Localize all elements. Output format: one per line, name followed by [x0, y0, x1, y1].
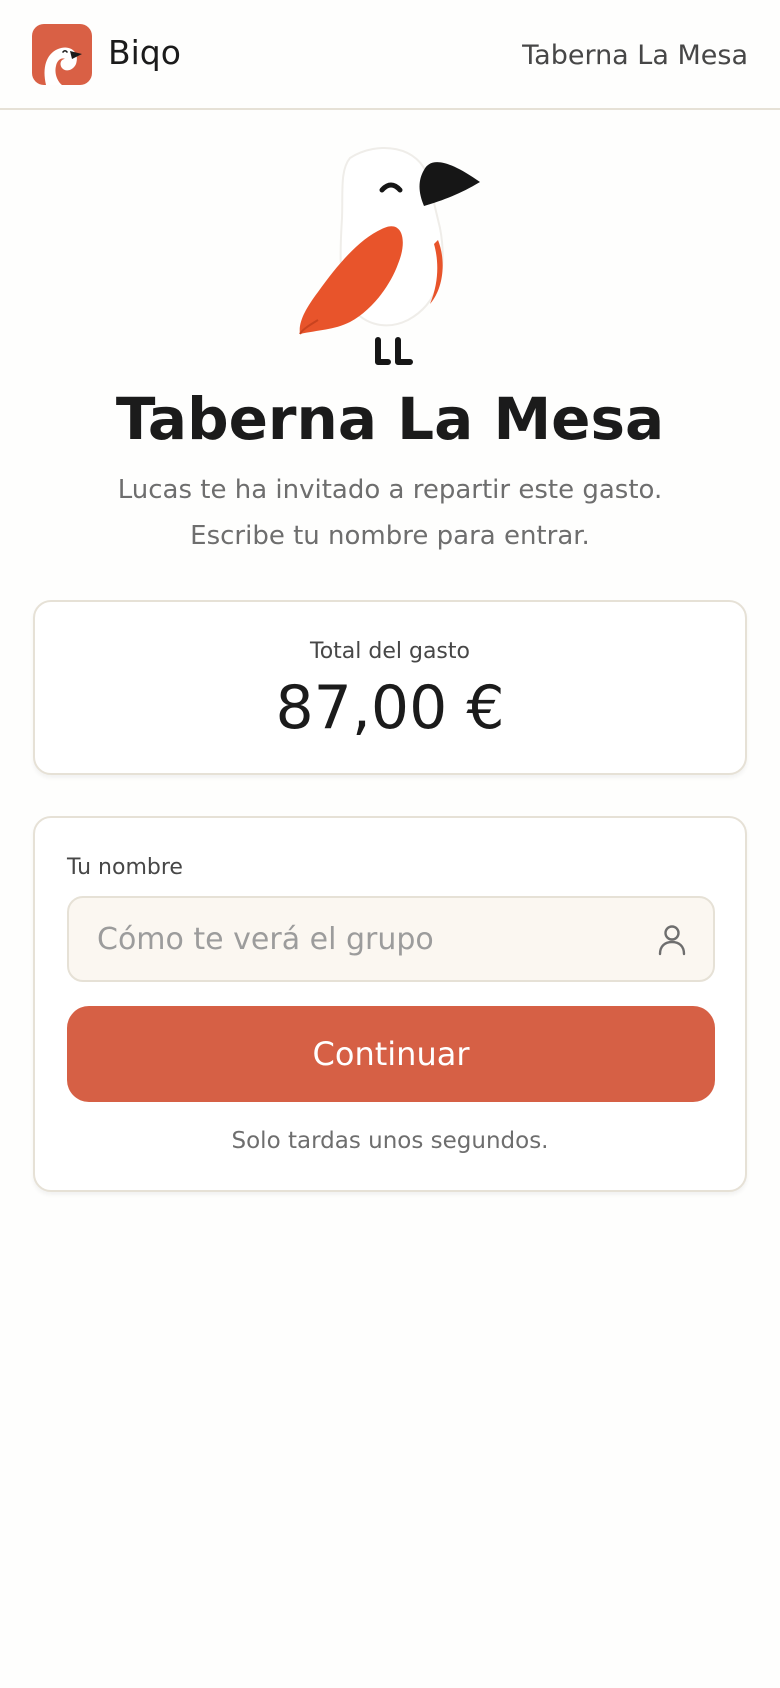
name-field[interactable] [67, 896, 715, 982]
brand-name: Biqo [108, 33, 181, 72]
invite-line: Lucas te ha invitado a repartir este gas… [117, 475, 663, 505]
venue-title: Taberna La Mesa [115, 385, 665, 453]
app-header: Biqo Taberna La Mesa [0, 0, 780, 110]
total-label: Total del gasto [310, 639, 470, 664]
name-field-label: Tu nombre [67, 855, 183, 880]
join-form-card: Tu nombre Continuar Solo tardas unos seg… [33, 816, 747, 1192]
hint-text: Solo tardas unos segundos. [231, 1128, 549, 1154]
continue-button[interactable]: Continuar [67, 1006, 715, 1102]
invite-message: Lucas te ha invitado a repartir este gas… [40, 467, 740, 559]
bird-mascot-icon [290, 140, 490, 376]
instruction-line: Escribe tu nombre para entrar. [190, 521, 590, 551]
user-icon [658, 925, 686, 956]
total-card: Total del gasto 87,00 € [33, 600, 747, 775]
header-venue-name: Taberna La Mesa [522, 40, 748, 71]
total-amount: 87,00 € [275, 673, 505, 743]
biqo-logo-icon[interactable] [32, 24, 92, 85]
name-input[interactable] [69, 898, 629, 980]
